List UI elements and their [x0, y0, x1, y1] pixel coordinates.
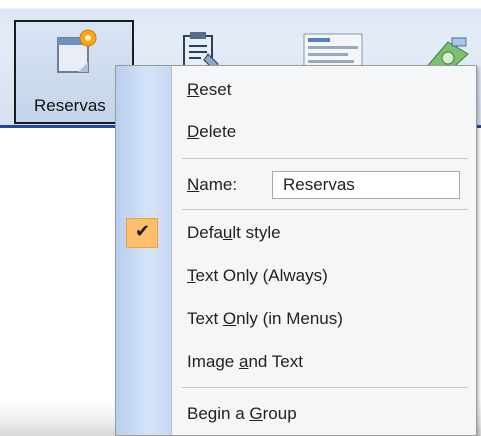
menu-item-label: Text Only (Always)	[187, 266, 328, 285]
context-menu: Reset Delete Name: Reservas ✔ Default st…	[115, 65, 477, 436]
menu-item-delete[interactable]: Delete	[172, 115, 472, 149]
menu-separator	[182, 209, 468, 210]
menu-item-default-style[interactable]: Default style	[172, 216, 472, 250]
name-field[interactable]: Reservas	[272, 171, 460, 199]
menu-item-label: Delete	[187, 122, 237, 141]
menu-item-name: Name: Reservas	[172, 168, 472, 202]
menu-item-begin-group[interactable]: Begin a Group	[172, 397, 472, 431]
menu-check-highlight: ✔	[126, 218, 158, 248]
menu-item-label: Text Only (in Menus)	[187, 309, 343, 328]
menu-item-label: Reset	[187, 80, 232, 99]
menu-item-label: Begin a Group	[187, 404, 297, 423]
menu-icon-gutter	[116, 66, 172, 435]
menu-item-text-only-always[interactable]: Text Only (Always)	[172, 259, 472, 293]
menu-separator	[182, 387, 468, 388]
toolbar-button-label: Reservas	[34, 96, 106, 115]
menu-separator	[182, 158, 468, 159]
menu-item-text-only-menus[interactable]: Text Only (in Menus)	[172, 302, 472, 336]
menu-item-image-and-text[interactable]: Image and Text	[172, 345, 472, 379]
menu-item-reset[interactable]: Reset	[172, 73, 472, 107]
calendar-sun-icon	[57, 29, 97, 73]
menu-item-label: Name:	[187, 175, 238, 194]
menu-item-label: Default style	[187, 223, 281, 242]
menu-item-label: Image and Text	[187, 352, 303, 371]
check-icon: ✔	[135, 221, 151, 242]
